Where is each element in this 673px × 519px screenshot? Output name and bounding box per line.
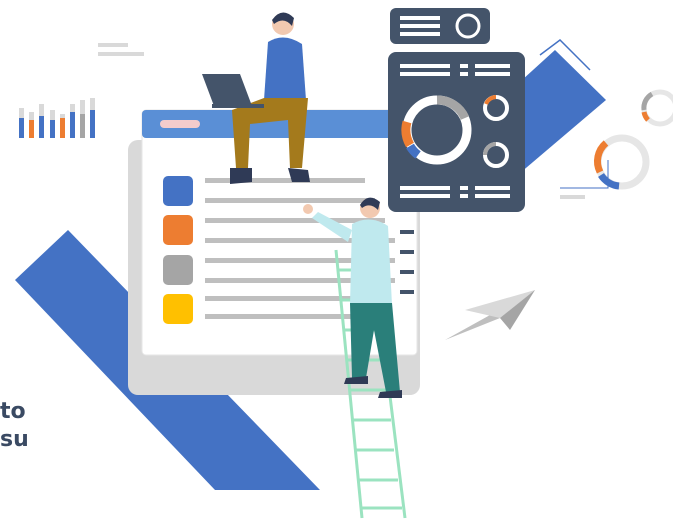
- bar-chart-icon: [19, 98, 95, 138]
- dashboard-panel-icon: [388, 8, 525, 212]
- caption-text: to su: [0, 398, 29, 454]
- caption-line-2: su: [0, 427, 29, 452]
- caption-line-1: to: [0, 399, 26, 424]
- illustration: [15, 8, 673, 519]
- paper-plane-icon: [445, 290, 535, 340]
